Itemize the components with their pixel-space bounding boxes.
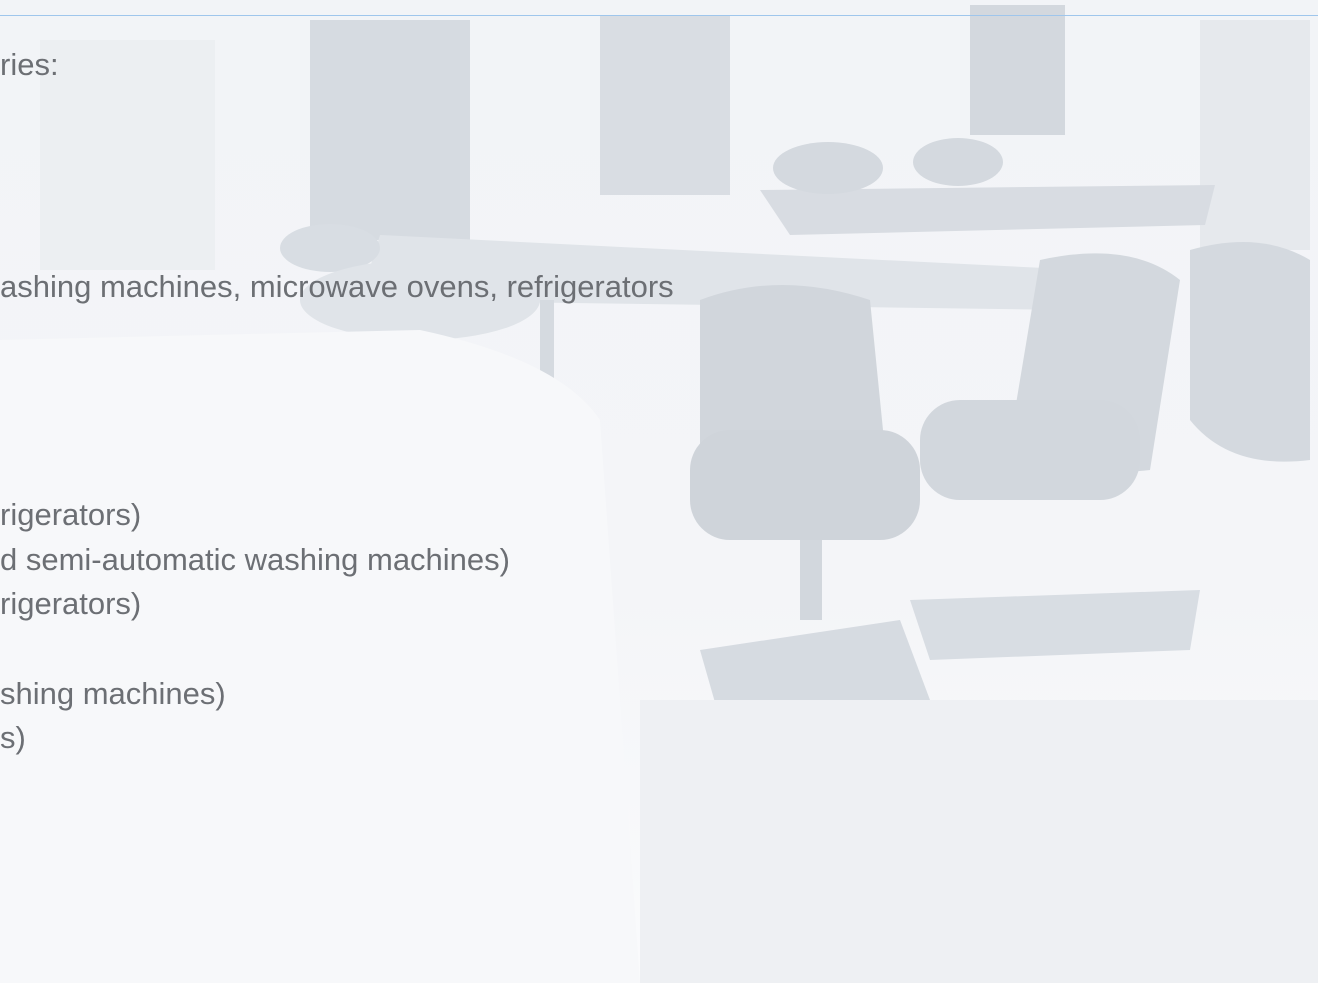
- text-line-1: ries:: [0, 47, 59, 82]
- slide: ries: ashing machines, microwave ovens, …: [0, 0, 1318, 983]
- text-line-5: rigerators): [0, 586, 142, 621]
- text-line-2: ashing machines, microwave ovens, refrig…: [0, 269, 674, 304]
- office-room-background-image: [0, 5, 1318, 983]
- text-line-7: s): [0, 720, 26, 755]
- text-line-4: d semi-automatic washing machines): [0, 542, 510, 577]
- text-line-3: rigerators): [0, 497, 142, 532]
- text-line-6: shing machines): [0, 676, 226, 711]
- header-rule: [0, 15, 1318, 16]
